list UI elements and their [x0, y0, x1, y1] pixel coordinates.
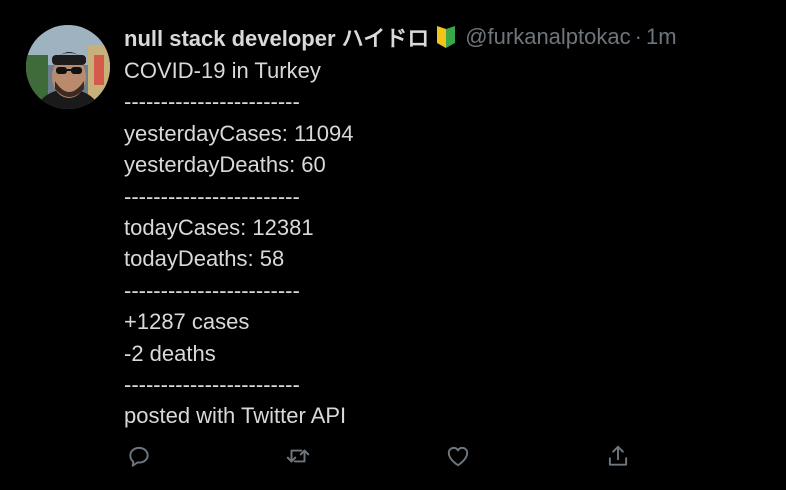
tweet-line: todayDeaths: 58 — [124, 246, 285, 272]
tweet-line: -2 deaths — [124, 340, 216, 366]
tweet-line: +1287 cases — [124, 309, 250, 335]
tweet-actions — [124, 441, 644, 473]
tweet-line: ------------------------ — [124, 371, 300, 397]
tweet-line: ------------------------ — [124, 277, 300, 303]
reply-button[interactable] — [124, 441, 154, 471]
avatar[interactable] — [26, 25, 110, 109]
tweet-line: ------------------------ — [124, 89, 300, 115]
author-name[interactable]: null stack developer ハイドロ — [124, 21, 429, 53]
share-icon — [608, 445, 628, 466]
tweet-time[interactable]: 1m — [646, 24, 677, 50]
like-icon — [447, 446, 469, 467]
tweet-line: todayCases: 12381 — [124, 214, 314, 240]
tweet-header: null stack developer ハイドロ @furkanalptoka… — [124, 22, 764, 52]
header-separator: · — [634, 24, 642, 49]
tweet-line: posted with Twitter API — [124, 403, 347, 429]
tweet-line: yesterdayCases: 11094 — [124, 120, 354, 146]
retweet-button[interactable] — [283, 441, 313, 471]
tweet-content: null stack developer ハイドロ @furkanalptoka… — [124, 22, 764, 432]
tweet-line: yesterdayDeaths: 60 — [124, 152, 326, 178]
author-handle[interactable]: @furkanalptokac — [465, 24, 630, 50]
reply-icon — [129, 446, 149, 467]
tweet[interactable]: null stack developer ハイドロ @furkanalptoka… — [0, 0, 786, 490]
share-button[interactable] — [603, 441, 633, 471]
avatar-image — [26, 25, 110, 109]
tweet-line: COVID-19 in Turkey — [124, 58, 321, 83]
tweet-line: ------------------------ — [124, 183, 300, 209]
retweet-icon — [286, 449, 310, 463]
like-button[interactable] — [443, 441, 473, 471]
tweet-text: COVID-19 in Turkey ---------------------… — [124, 55, 764, 432]
beginner-leaf-badge-icon — [435, 25, 457, 49]
